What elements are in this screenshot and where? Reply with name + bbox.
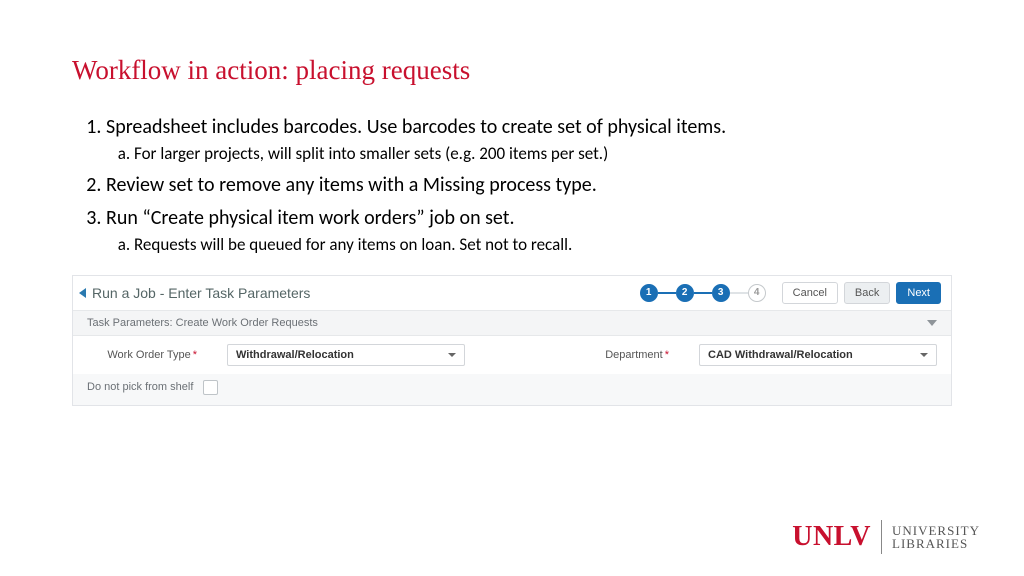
work-order-type-label: Work Order Type* [87,349,197,361]
back-button[interactable]: Back [844,282,890,304]
logo-divider [881,520,882,554]
chevron-down-icon [448,353,456,357]
list-item: Requests will be queued for any items on… [134,234,952,257]
slide-title: Workflow in action: placing requests [72,55,952,86]
step-4: 4 [748,284,766,302]
do-not-pick-label: Do not pick from shelf [87,381,193,393]
list-text: Run “Create physical item work orders” j… [106,206,515,230]
step-1[interactable]: 1 [640,284,658,302]
select-value: CAD Withdrawal/Relocation [708,349,853,361]
sub-list: Requests will be queued for any items on… [106,234,952,257]
department-select[interactable]: CAD Withdrawal/Relocation [699,344,937,366]
list-text: Spreadsheet includes barcodes. Use barco… [106,115,726,139]
job-panel-header: Run a Job - Enter Task Parameters 1 2 3 … [73,276,951,310]
list-item: Spreadsheet includes barcodes. Use barco… [106,114,952,166]
step-connector [694,292,712,294]
task-params-header[interactable]: Task Parameters: Create Work Order Reque… [73,310,951,336]
sub-list: For larger projects, will split into sma… [106,143,952,166]
form-row: Work Order Type* Withdrawal/Relocation D… [73,336,951,374]
wizard-stepper: 1 2 3 4 [640,284,766,302]
list-item: For larger projects, will split into sma… [134,143,952,166]
do-not-pick-checkbox[interactable] [203,380,218,395]
list-item: Run “Create physical item work orders” j… [106,205,952,257]
list-item: Review set to remove any items with a Mi… [106,172,952,199]
logo-unlv-text: UNLV [792,521,871,553]
logo-right-text: UNIVERSITY LIBRARIES [892,524,980,550]
step-3[interactable]: 3 [712,284,730,302]
department-label: Department* [605,349,669,361]
work-order-type-select[interactable]: Withdrawal/Relocation [227,344,465,366]
back-chevron-icon[interactable] [79,288,86,298]
cancel-button[interactable]: Cancel [782,282,838,304]
step-connector [658,292,676,294]
step-2[interactable]: 2 [676,284,694,302]
chevron-down-icon [920,353,928,357]
unlv-libraries-logo: UNLV UNIVERSITY LIBRARIES [792,520,980,554]
select-value: Withdrawal/Relocation [236,349,354,361]
job-panel: Run a Job - Enter Task Parameters 1 2 3 … [72,275,952,406]
step-connector [730,292,748,294]
task-params-title: Task Parameters: Create Work Order Reque… [87,317,318,329]
next-button[interactable]: Next [896,282,941,304]
form-row: Do not pick from shelf [73,374,951,405]
job-header-title: Run a Job - Enter Task Parameters [92,285,310,301]
main-list: Spreadsheet includes barcodes. Use barco… [72,114,952,257]
chevron-down-icon [927,320,937,326]
